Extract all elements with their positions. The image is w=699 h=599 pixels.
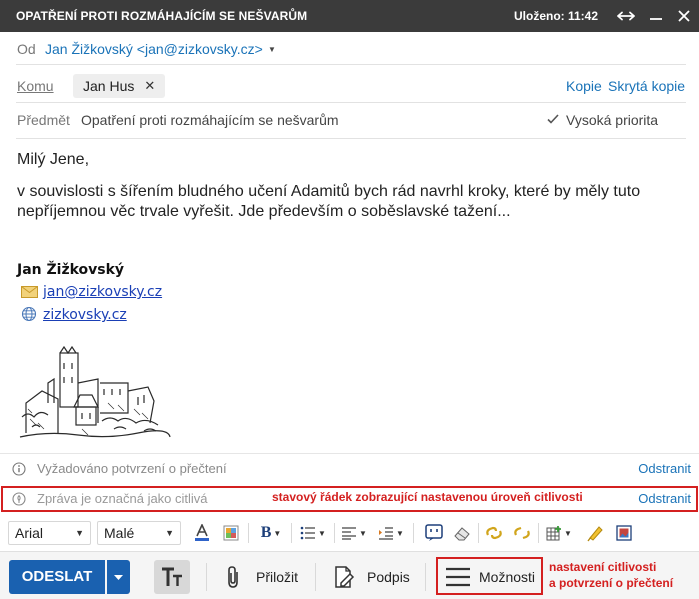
font-size-value: Malé (104, 525, 135, 541)
background-color-icon (223, 525, 239, 541)
toolbar-separator (291, 523, 292, 543)
toolbar-separator (478, 523, 479, 543)
chevron-down-icon: ▼ (75, 528, 84, 538)
options-annotation-line-1: nastavení citlivosti (549, 560, 657, 574)
background-color-button[interactable] (221, 521, 241, 545)
saved-status: Uloženo: 11:42 (514, 9, 599, 23)
send-options-button[interactable] (107, 560, 130, 594)
clear-format-button[interactable] (451, 521, 473, 545)
attach-button[interactable]: Přiložit (224, 560, 298, 594)
signature-button[interactable]: Podpis (333, 560, 410, 594)
insert-image-button[interactable] (613, 521, 635, 545)
chevron-down-icon: ▼ (318, 528, 326, 538)
highlighter-icon (587, 526, 603, 542)
signature-website-link[interactable]: zizkovsky.cz (43, 307, 127, 323)
text-color-button[interactable] (192, 521, 212, 545)
bullet-list-icon (300, 526, 316, 540)
font-size-select[interactable]: Malé ▼ (97, 521, 181, 545)
chevron-down-icon: ▼ (359, 528, 367, 538)
to-label[interactable]: Komu (17, 78, 54, 94)
recipient-name: Jan Hus (83, 78, 135, 94)
highlighter-button[interactable] (583, 521, 607, 545)
font-family-select[interactable]: Arial ▼ (8, 521, 91, 545)
divider (16, 64, 686, 65)
window-titlebar: OPATŘENÍ PROTI ROZMÁHAJÍCÍM SE NEŠVARŮM … (0, 0, 699, 32)
cc-link[interactable]: Kopie (566, 78, 602, 94)
list-button[interactable]: ▼ (298, 521, 328, 545)
options-highlight-box (436, 557, 543, 595)
castle-sketch-image (19, 345, 171, 438)
divider (16, 102, 686, 103)
bcc-link[interactable]: Skrytá kopie (608, 78, 685, 94)
link-icon (486, 526, 502, 540)
image-icon (616, 525, 632, 541)
toolbar-separator (538, 523, 539, 543)
chevron-down-icon: ▼ (564, 528, 572, 538)
from-label: Od (17, 41, 36, 57)
indent-icon (379, 527, 394, 540)
from-dropdown-icon[interactable]: ▼ (268, 45, 276, 54)
body-paragraph-line-2[interactable]: nepříjemnou věc trvale vyřešit. Jde před… (17, 201, 511, 222)
align-left-icon (342, 527, 357, 540)
remove-recipient-icon[interactable]: ✕ (144, 74, 155, 98)
align-button[interactable]: ▼ (339, 521, 369, 545)
insert-table-button[interactable]: ▼ (544, 521, 574, 545)
unlink-icon (514, 526, 530, 540)
from-row: Od Jan Žižkovský <jan@zizkovsky.cz> ▼ (0, 40, 699, 60)
body-paragraph-line-1[interactable]: v souvislosti s šířením bludného učení A… (17, 181, 640, 202)
bold-button[interactable]: B ▼ (257, 521, 285, 545)
info-icon (12, 462, 26, 476)
signature-icon (335, 566, 355, 588)
quote-icon (425, 524, 443, 541)
sensitivity-annotation: stavový řádek zobrazující nastavenou úro… (272, 490, 583, 504)
globe-icon (21, 306, 37, 322)
insert-link-button[interactable] (482, 521, 506, 545)
signature-name: Jan Žižkovský (17, 262, 125, 278)
high-priority-checkbox[interactable] (546, 112, 560, 126)
divider (16, 138, 686, 139)
signature-label: Podpis (367, 569, 410, 585)
body-greeting[interactable]: Milý Jene, (17, 149, 89, 170)
resize-icon[interactable] (614, 4, 638, 28)
table-icon (546, 526, 562, 541)
remove-link-button[interactable] (510, 521, 534, 545)
bold-icon: B (260, 524, 272, 541)
paperclip-icon (228, 566, 238, 588)
send-button[interactable]: ODESLAT (9, 560, 105, 594)
subject-field[interactable]: Opatření proti rozmáhajícím se nešvarům (81, 112, 339, 128)
high-priority-label: Vysoká priorita (566, 112, 659, 128)
text-color-icon (195, 524, 209, 541)
text-format-icon (162, 567, 182, 586)
minimize-icon[interactable] (644, 4, 668, 28)
chevron-down-icon (114, 575, 123, 580)
read-receipt-bar: Vyžadováno potvrzení o přečtení Odstrani… (0, 453, 699, 483)
chevron-down-icon: ▼ (165, 528, 174, 538)
toolbar-separator (413, 523, 414, 543)
attach-label: Přiložit (256, 569, 299, 585)
signature-email-link[interactable]: jan@zizkovsky.cz (43, 284, 162, 300)
toolbar-separator (248, 523, 249, 543)
text-formatting-toggle[interactable] (154, 560, 190, 594)
toolbar-separator (425, 563, 426, 591)
indent-button[interactable]: ▼ (376, 521, 406, 545)
toolbar-separator (315, 563, 316, 591)
subject-label: Předmět (17, 112, 70, 128)
window-title: OPATŘENÍ PROTI ROZMÁHAJÍCÍM SE NEŠVARŮM (16, 9, 308, 23)
toolbar-separator (334, 523, 335, 543)
eraser-icon (454, 527, 470, 541)
font-family-value: Arial (15, 525, 44, 541)
toolbar-separator (206, 563, 207, 591)
read-receipt-text: Vyžadováno potvrzení o přečtení (37, 461, 227, 476)
from-select[interactable]: Jan Žižkovský <jan@zizkovsky.cz> (45, 41, 263, 57)
email-icon (21, 286, 38, 298)
quote-button[interactable] (423, 521, 445, 545)
close-icon[interactable] (672, 4, 696, 28)
remove-read-receipt-link[interactable]: Odstranit (638, 461, 691, 476)
options-annotation-line-2: a potvrzení o přečtení (549, 576, 674, 590)
chevron-down-icon: ▼ (396, 528, 404, 538)
recipient-chip[interactable]: Jan Hus ✕ (73, 74, 166, 98)
chevron-down-icon: ▼ (273, 528, 282, 538)
